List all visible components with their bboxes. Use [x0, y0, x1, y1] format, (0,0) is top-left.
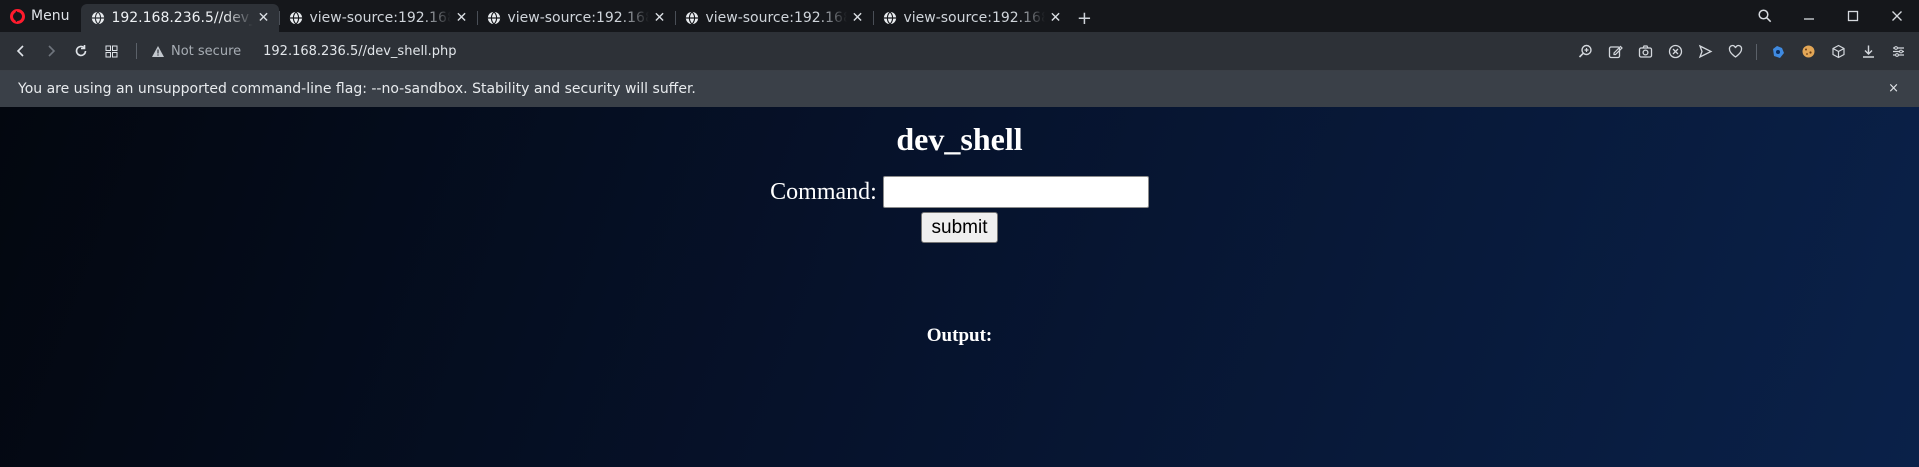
globe-icon — [686, 11, 699, 25]
globe-icon — [92, 11, 105, 25]
tab-close-icon[interactable]: ✕ — [255, 10, 271, 26]
page-content: dev_shell Command: submit Output: — [0, 107, 1919, 467]
tab-close-icon[interactable]: ✕ — [849, 10, 865, 26]
minimize-icon[interactable] — [1787, 0, 1831, 32]
maximize-icon[interactable] — [1831, 0, 1875, 32]
cube-icon[interactable] — [1825, 39, 1851, 65]
page-title: dev_shell — [896, 121, 1023, 157]
output-label: Output: — [926, 325, 993, 346]
warning-triangle-icon — [152, 45, 164, 57]
tab-dev-shell[interactable]: 192.168.236.5//dev_shell.php ✕ — [81, 4, 280, 32]
chevron-right-icon — [48, 45, 56, 57]
infobar: You are using an unsupported command-lin… — [0, 71, 1919, 107]
tab-list: 192.168.236.5//dev_shell.php ✕ view-sour… — [81, 0, 1097, 32]
menu-label: Menu — [31, 8, 70, 24]
not-secure-label: Not secure — [171, 43, 242, 59]
cookie-icon[interactable] — [1795, 39, 1821, 65]
tab-title: view-source:192.168.236.5 — [705, 10, 848, 26]
back-button[interactable] — [6, 36, 36, 66]
search-tabs-icon[interactable] — [1743, 0, 1787, 32]
globe-icon — [290, 11, 303, 25]
tab-title: view-source:192.168.236.5 — [309, 10, 452, 26]
submit-button[interactable]: submit — [920, 212, 999, 243]
tab-view-source-4[interactable]: view-source:192.168.236.5 ✕ — [873, 4, 1071, 32]
new-tab-button[interactable]: + — [1071, 4, 1097, 32]
shield-icon[interactable] — [1662, 39, 1688, 65]
address-toolbar: Not secure 192.168.236.5//dev_shell.php — [0, 32, 1919, 71]
reload-icon — [75, 45, 87, 57]
extension-icon[interactable] — [1765, 39, 1791, 65]
heart-icon[interactable] — [1722, 39, 1748, 65]
toolbar-separator — [1756, 43, 1757, 60]
tab-title: view-source:192.168.236.5 — [507, 10, 650, 26]
grid-icon — [105, 45, 117, 57]
edit-icon[interactable] — [1602, 39, 1628, 65]
tabs-grid-button[interactable] — [96, 36, 126, 66]
tab-view-source-1[interactable]: view-source:192.168.236.5 ✕ — [279, 4, 477, 32]
easy-setup-icon[interactable] — [1885, 39, 1911, 65]
window-controls — [1743, 0, 1919, 32]
command-input[interactable] — [882, 176, 1149, 208]
globe-icon — [884, 11, 897, 25]
security-indicator[interactable]: Not secure — [151, 44, 241, 59]
submit-row: submit — [0, 210, 1919, 243]
tab-close-icon[interactable]: ✕ — [651, 10, 667, 26]
tab-view-source-3[interactable]: view-source:192.168.236.5 ✕ — [675, 4, 873, 32]
toolbar-right-icons — [1572, 32, 1911, 71]
tab-title: 192.168.236.5//dev_shell.php — [111, 10, 253, 26]
tab-strip: Menu 192.168.236.5//dev_shell.php ✕ view… — [0, 0, 1919, 32]
tab-view-source-2[interactable]: view-source:192.168.236.5 ✕ — [477, 4, 675, 32]
tab-title: view-source:192.168.236.5 — [903, 10, 1046, 26]
command-row: Command: — [0, 176, 1919, 208]
toolbar-separator — [136, 43, 137, 59]
infobar-close-icon[interactable]: × — [1888, 81, 1899, 96]
infobar-message: You are using an unsupported command-lin… — [18, 81, 696, 97]
reload-button[interactable] — [66, 36, 96, 66]
send-icon[interactable] — [1692, 39, 1718, 65]
opera-menu-button[interactable]: Menu — [0, 0, 81, 32]
tab-close-icon[interactable]: ✕ — [453, 10, 469, 26]
forward-button[interactable] — [36, 36, 66, 66]
opera-logo-icon — [10, 8, 25, 24]
camera-icon[interactable] — [1632, 39, 1658, 65]
globe-icon — [488, 11, 501, 25]
command-label: Command: — [770, 178, 877, 205]
address-field[interactable]: 192.168.236.5//dev_shell.php — [263, 44, 456, 59]
close-window-icon[interactable] — [1875, 0, 1919, 32]
download-icon[interactable] — [1855, 39, 1881, 65]
tab-close-icon[interactable]: ✕ — [1047, 10, 1063, 26]
zoom-icon[interactable] — [1572, 39, 1598, 65]
chevron-left-icon — [16, 45, 24, 57]
